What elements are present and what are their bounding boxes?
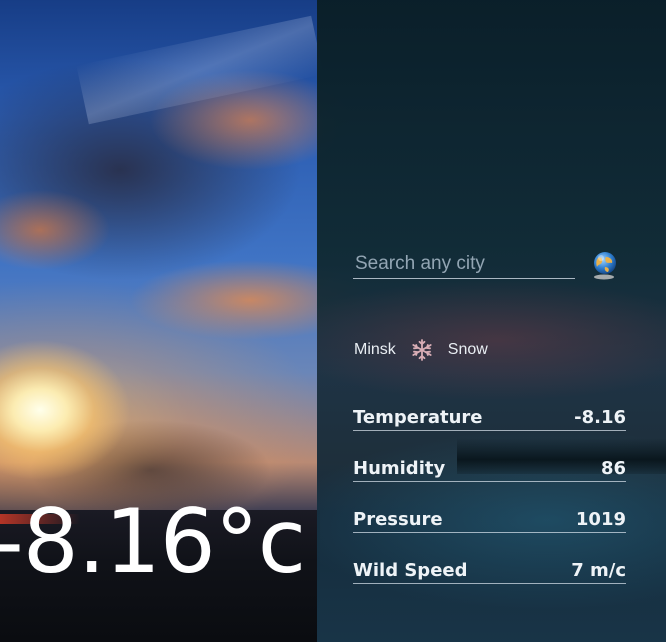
stat-pressure: Pressure 1019 xyxy=(353,506,626,533)
stat-wind-speed: Wild Speed 7 m/c xyxy=(353,557,626,584)
search-input[interactable] xyxy=(353,250,575,278)
stat-temperature: Temperature -8.16 xyxy=(353,404,626,431)
stat-label: Pressure xyxy=(353,509,443,530)
search-field xyxy=(353,250,575,279)
stat-label: Temperature xyxy=(353,407,483,428)
location-row: Minsk Snow xyxy=(354,338,488,362)
globe-icon[interactable] xyxy=(589,250,619,280)
stat-value: 7 m/c xyxy=(571,560,626,581)
weather-condition: Snow xyxy=(447,341,488,358)
stat-value: 86 xyxy=(600,458,626,479)
stat-label: Humidity xyxy=(353,458,446,479)
stat-value: -8.16 xyxy=(574,407,626,428)
city-name: Minsk xyxy=(354,341,396,358)
big-temperature: -8.16°c xyxy=(0,490,306,593)
weather-app: -8.16°c Minsk xyxy=(0,0,666,642)
stat-value: 1019 xyxy=(575,509,626,530)
stat-label: Wild Speed xyxy=(353,560,468,581)
stat-humidity: Humidity 86 xyxy=(353,455,626,482)
stats-list: Temperature -8.16 Humidity 86 Pressure 1… xyxy=(353,404,626,608)
snowflake-icon xyxy=(410,338,434,362)
